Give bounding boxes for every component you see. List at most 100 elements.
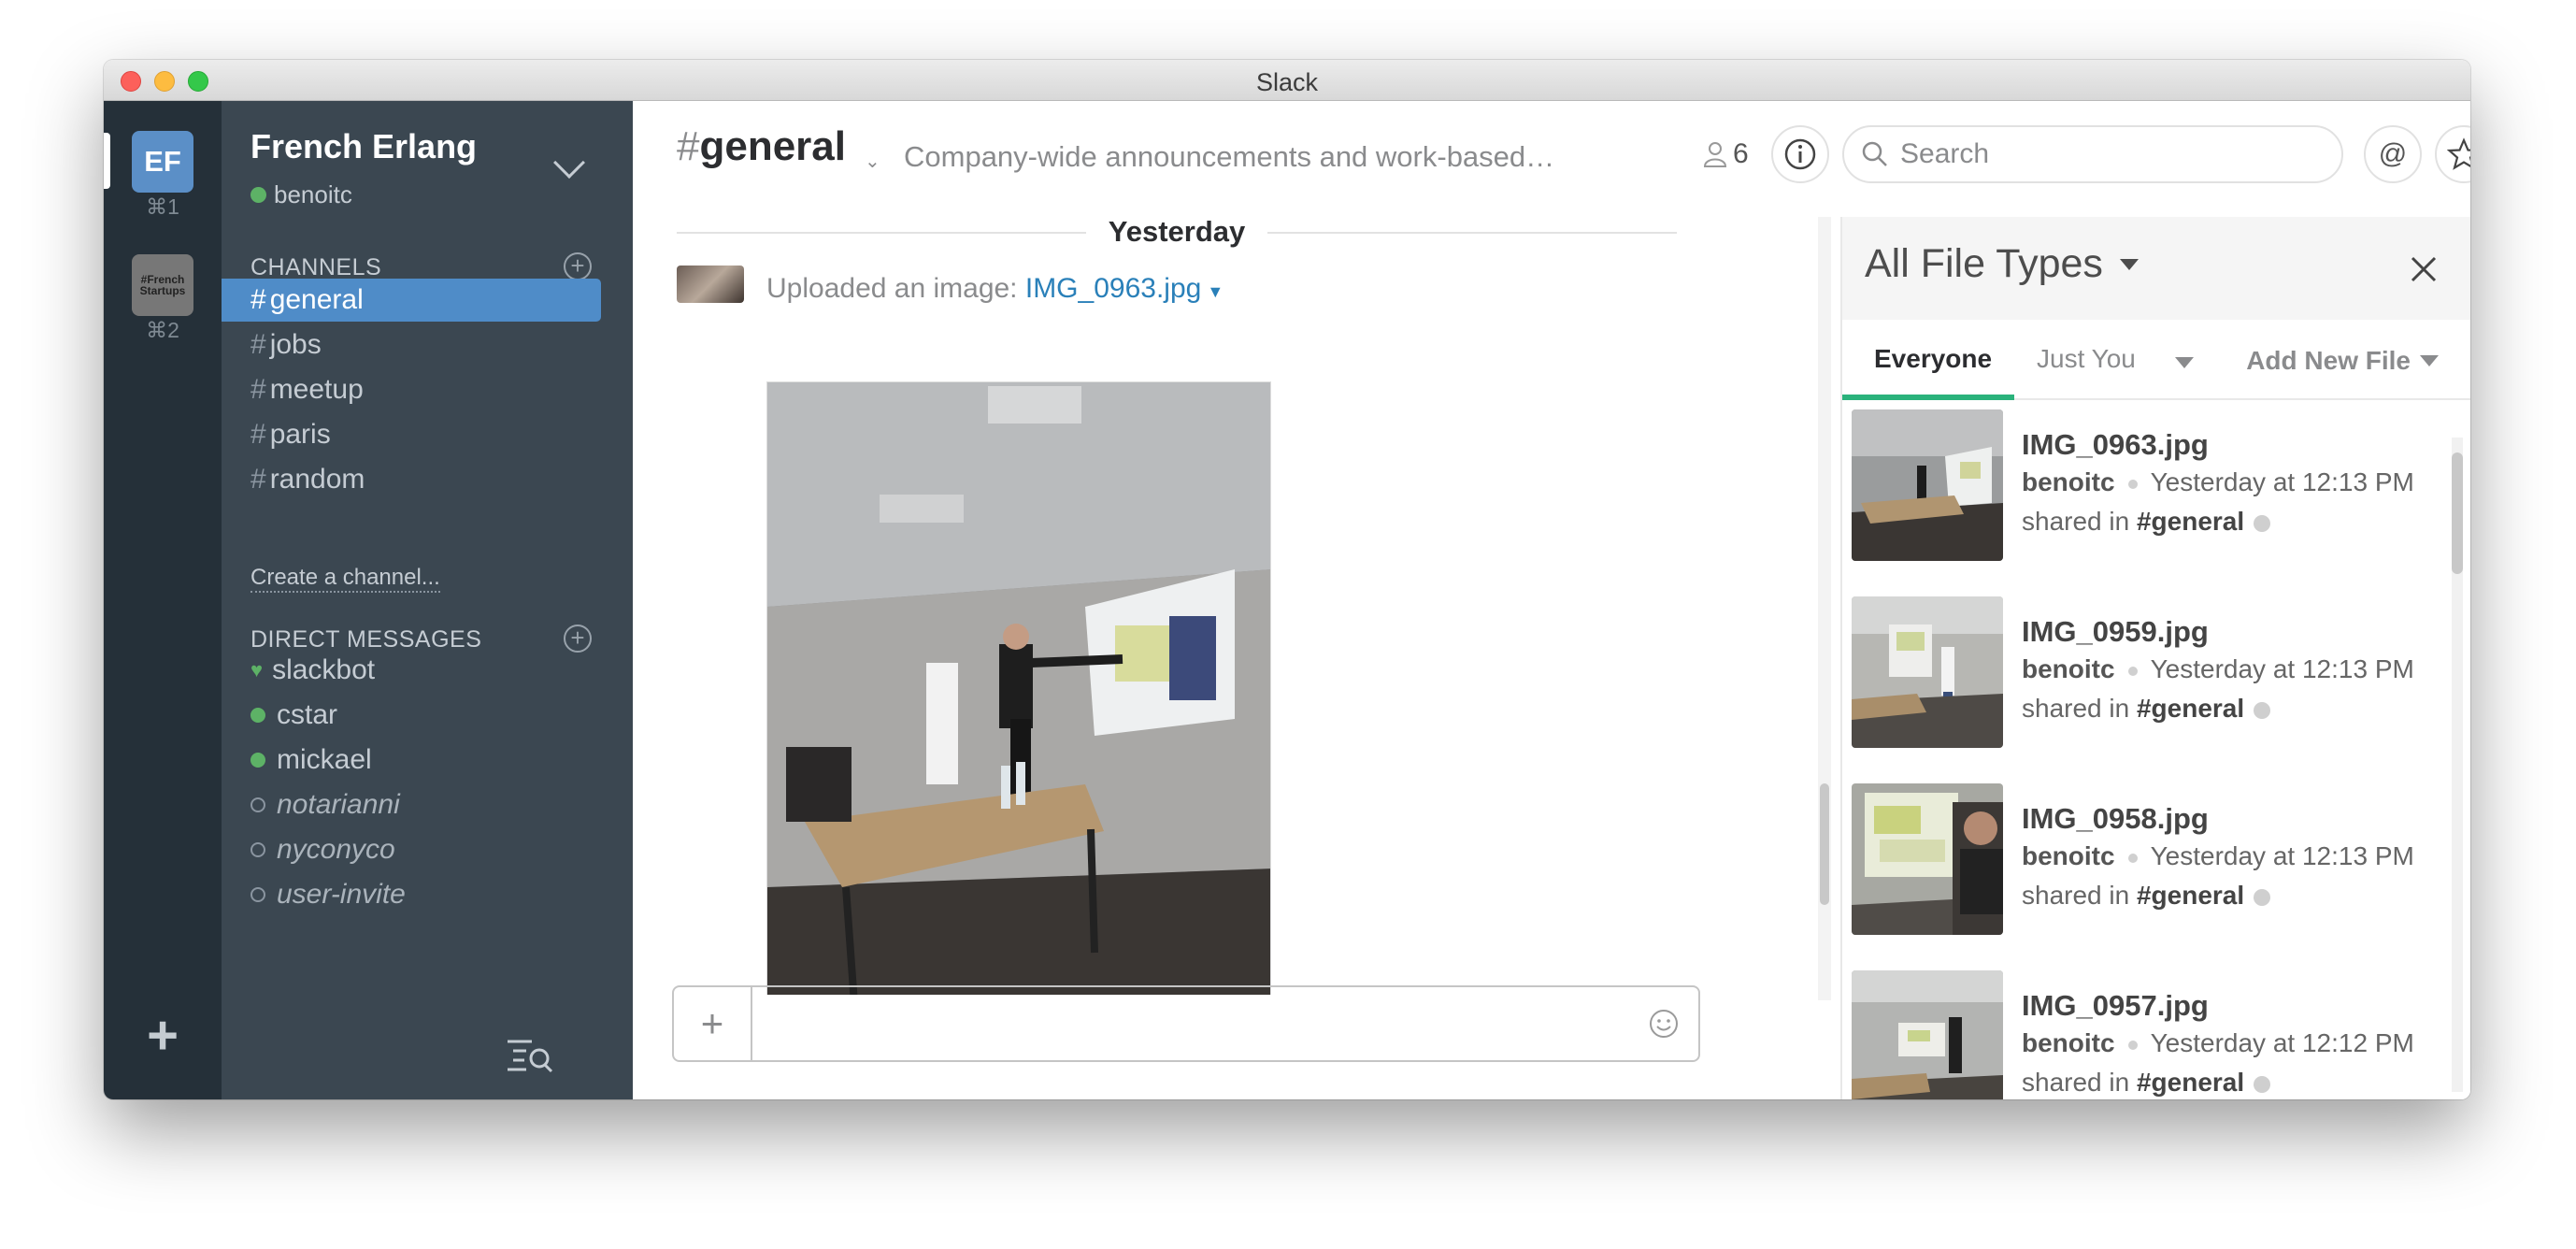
message-input[interactable] (754, 995, 1596, 1053)
channel-menu-chevron-icon[interactable]: ⌄ (865, 150, 880, 173)
channel-random[interactable]: # random (222, 458, 609, 501)
team-french-startups[interactable]: #French Startups (132, 254, 193, 316)
file-time: Yesterday at 12:13 PM (2150, 654, 2414, 683)
member-count[interactable]: 6 (1703, 138, 1749, 170)
comment-icon (2254, 888, 2271, 906)
current-user-name: benoitc (274, 180, 352, 208)
dm-label: cstar (277, 699, 338, 730)
file-item[interactable]: IMG_0963.jpg benoitc Yesterday at 12:13 P… (1852, 409, 2450, 578)
files-scrollbar-thumb[interactable] (2452, 452, 2463, 574)
dm-user-invite[interactable]: user-invite (250, 873, 406, 916)
files-flexpane: All File Types Everyone Just You Add New… (1840, 217, 2470, 1099)
file-type-filter[interactable]: All File Types (1865, 241, 2139, 287)
team-menu-chevron-icon[interactable] (553, 147, 585, 179)
channel-label: general (269, 284, 364, 315)
shared-channel-link[interactable]: #general (2137, 507, 2244, 536)
channel-info-icon[interactable] (1771, 125, 1829, 183)
channel-purpose[interactable]: Company-wide announcements and work-base… (904, 140, 1558, 174)
flexpane-title: All File Types (1865, 241, 2103, 286)
message-scrollbar-thumb[interactable] (1820, 783, 1829, 905)
channel-paris[interactable]: # paris (222, 413, 609, 456)
current-user[interactable]: benoitc (250, 180, 352, 209)
window-title: Slack (1255, 68, 1319, 96)
add-channel-icon[interactable]: + (564, 252, 592, 280)
separator-dot (2127, 666, 2138, 676)
separator-dot (2127, 479, 2138, 489)
attach-plus-icon[interactable]: + (674, 987, 752, 1060)
tab-everyone[interactable]: Everyone (1874, 344, 1992, 374)
team-french-erlang[interactable]: EF (132, 131, 193, 193)
file-link[interactable]: IMG_0963.jpg (1025, 273, 1201, 304)
uploaded-image[interactable] (766, 381, 1271, 1041)
just-you-caret-icon[interactable] (2175, 357, 2194, 368)
member-icon (1703, 142, 1727, 167)
quick-switcher-icon[interactable] (506, 1036, 554, 1073)
file-user[interactable]: benoitc (2022, 654, 2115, 683)
create-channel-link[interactable]: Create a channel... (250, 565, 440, 593)
channels-header[interactable]: CHANNELS (250, 254, 381, 281)
file-user[interactable]: benoitc (2022, 1028, 2115, 1057)
shared-prefix: shared in (2022, 507, 2137, 536)
day-divider: Yesterday (633, 215, 1721, 249)
star-icon[interactable] (2435, 125, 2470, 183)
file-tabs: Everyone Just You Add New File (1842, 320, 2470, 400)
file-time: Yesterday at 12:13 PM (2150, 467, 2414, 496)
shared-channel-link[interactable]: #general (2137, 694, 2244, 723)
shared-channel-link[interactable]: #general (2137, 881, 2244, 910)
channel-title-name: general (699, 123, 846, 169)
add-file-caret-icon (2420, 355, 2439, 366)
dm-slackbot[interactable]: ♥ slackbot (250, 649, 375, 692)
file-name[interactable]: IMG_0958.jpg (2022, 802, 2209, 836)
add-team-icon[interactable]: + (104, 1009, 222, 1063)
emoji-icon[interactable] (1648, 1008, 1680, 1040)
file-item[interactable]: IMG_0957.jpg benoitc Yesterday at 12:12 P… (1852, 970, 2450, 1099)
channel-meetup[interactable]: # meetup (222, 368, 609, 411)
file-thumbnail[interactable] (1852, 970, 2003, 1099)
mentions-icon[interactable]: @ (2364, 125, 2422, 183)
file-thumbnail[interactable] (1852, 409, 2003, 561)
shared-prefix: shared in (2022, 881, 2137, 910)
file-item[interactable]: IMG_0958.jpg benoitc Yesterday at 12:13 P… (1852, 783, 2450, 952)
comment-icon (2254, 701, 2271, 719)
avatar[interactable] (677, 266, 744, 303)
file-menu-caret-icon[interactable]: ▼ (1207, 282, 1224, 301)
shared-channel-link[interactable]: #general (2137, 1068, 2244, 1097)
comment-icon (2254, 514, 2271, 532)
file-thumbnail[interactable] (1852, 783, 2003, 935)
file-meta: benoitc Yesterday at 12:13 PM (2022, 841, 2414, 871)
file-shared-in: shared in #general (2022, 881, 2271, 911)
file-name[interactable]: IMG_0963.jpg (2022, 428, 2209, 462)
dm-mickael[interactable]: mickael (250, 739, 372, 782)
file-meta: benoitc Yesterday at 12:13 PM (2022, 467, 2414, 497)
separator-dot (2127, 1040, 2138, 1050)
file-user[interactable]: benoitc (2022, 841, 2115, 870)
dm-nyconyco[interactable]: nyconyco (250, 828, 395, 871)
add-dm-icon[interactable]: + (564, 624, 592, 653)
tab-just-you[interactable]: Just You (2037, 344, 2136, 374)
message-composer: + (672, 985, 1700, 1062)
search-placeholder: Search (1900, 138, 1990, 169)
title-bar: Slack (104, 60, 2470, 101)
presence-online-icon (250, 753, 265, 768)
channel-header: #general ⌄ Company-wide announcements an… (633, 101, 2470, 204)
presence-online-icon (250, 708, 265, 723)
channel-title[interactable]: #general (677, 123, 846, 170)
close-icon[interactable] (2409, 254, 2439, 284)
search-input[interactable]: Search (1842, 125, 2343, 183)
file-thumbnail[interactable] (1852, 596, 2003, 748)
dm-notarianni[interactable]: notarianni (250, 783, 400, 826)
file-user[interactable]: benoitc (2022, 467, 2115, 496)
channel-general[interactable]: # general (222, 279, 601, 322)
search-icon (1862, 141, 1887, 166)
file-item[interactable]: IMG_0959.jpg benoitc Yesterday at 12:13 P… (1852, 596, 2450, 765)
file-meta: benoitc Yesterday at 12:13 PM (2022, 654, 2414, 684)
channel-jobs[interactable]: # jobs (222, 323, 609, 366)
dropdown-caret-icon (2119, 258, 2139, 270)
dm-label: notarianni (277, 789, 400, 820)
file-name[interactable]: IMG_0957.jpg (2022, 989, 2209, 1023)
file-name[interactable]: IMG_0959.jpg (2022, 615, 2209, 649)
team-name[interactable]: French Erlang (250, 127, 477, 166)
dm-cstar[interactable]: cstar (250, 694, 337, 737)
online-status-icon (250, 187, 266, 203)
add-new-file-button[interactable]: Add New File (2246, 346, 2439, 376)
